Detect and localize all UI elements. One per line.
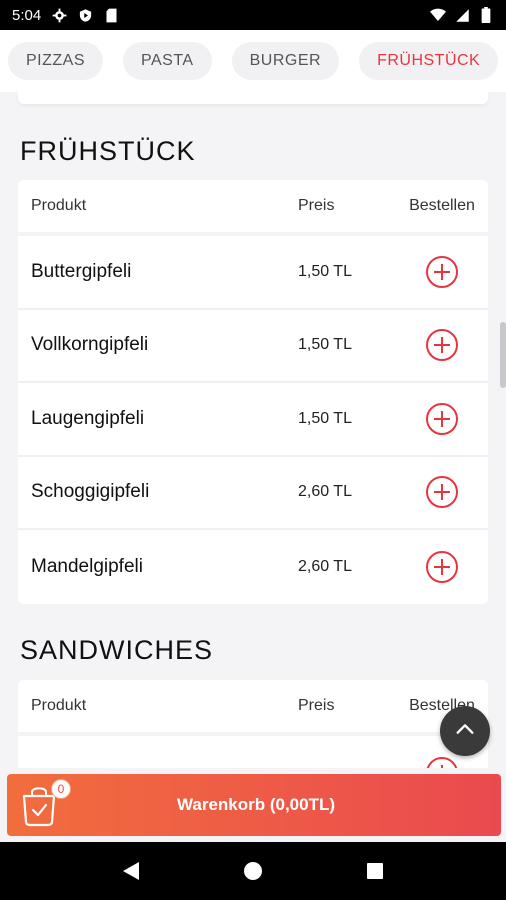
shopping-bag-icon: 0 — [19, 779, 71, 828]
add-circle-icon[interactable] — [425, 756, 459, 768]
settings-icon — [51, 7, 67, 23]
tab-pasta[interactable]: PASTA — [123, 42, 212, 80]
table-row: Laugengipfeli 1,50 TL — [18, 383, 488, 457]
table-row: Mandelgipfeli 2,60 TL — [18, 530, 488, 604]
product-name: Mandelgipfeli — [31, 555, 143, 577]
home-icon[interactable] — [238, 856, 268, 886]
add-circle-icon[interactable] — [425, 328, 459, 362]
back-icon[interactable] — [116, 856, 146, 886]
section-title-fruehstueck: FRÜHSTÜCK — [20, 136, 196, 166]
tab-fruehstueck[interactable]: FRÜHSTÜCK — [359, 42, 499, 80]
category-tabs: PIZZAS PASTA BURGER FRÜHSTÜCK — [0, 30, 506, 92]
scroll-to-top-button[interactable] — [440, 706, 490, 756]
status-time: 5:04 — [12, 6, 42, 24]
product-price: 1,50 TL — [298, 409, 352, 427]
tab-burger[interactable]: BURGER — [231, 42, 340, 80]
header-price: Preis — [298, 197, 335, 214]
table-header: Produkt Preis Bestellen — [18, 680, 488, 736]
product-price: 2,60 TL — [298, 483, 352, 501]
header-price: Preis — [298, 697, 335, 714]
tab-pizzas[interactable]: PIZZAS — [8, 42, 104, 80]
menu-content: FRÜHSTÜCK Produkt Preis Bestellen Butter… — [0, 92, 506, 768]
play-protect-icon — [77, 7, 93, 23]
cart-label: Warenkorb (0,00TL) — [176, 795, 336, 814]
section-title-sandwiches: SANDWICHES — [20, 635, 214, 665]
cart-button[interactable]: 0 Warenkorb (0,00TL) — [7, 774, 501, 836]
header-order: Bestellen — [409, 197, 475, 214]
previous-card-edge — [18, 92, 488, 104]
scrollbar-thumb[interactable] — [500, 322, 506, 388]
table-row: Buttergipfeli 1,50 TL — [18, 236, 488, 310]
table-row — [18, 736, 488, 768]
product-price: 2,60 TL — [298, 557, 352, 575]
product-name: Schoggigipfeli — [31, 481, 150, 503]
recents-icon[interactable] — [360, 856, 390, 886]
table-header: Produkt Preis Bestellen — [18, 180, 488, 236]
signal-icon — [454, 7, 470, 23]
sd-card-icon — [103, 7, 119, 23]
system-nav-bar — [0, 842, 506, 900]
table-row: Vollkorngipfeli 1,50 TL — [18, 310, 488, 383]
product-price: 1,50 TL — [298, 336, 352, 354]
product-name: Buttergipfeli — [31, 260, 132, 282]
chevron-up-icon — [454, 718, 476, 745]
sandwiches-table: Produkt Preis Bestellen — [18, 680, 488, 768]
status-bar: 5:04 — [0, 0, 506, 30]
fruehstueck-table: Produkt Preis Bestellen Buttergipfeli 1,… — [18, 180, 488, 604]
wifi-icon — [430, 7, 446, 23]
table-row: Schoggigipfeli 2,60 TL — [18, 457, 488, 530]
header-product: Produkt — [31, 697, 87, 714]
battery-icon — [478, 7, 494, 23]
cart-count-badge: 0 — [51, 779, 71, 799]
add-circle-icon[interactable] — [425, 475, 459, 509]
product-name: Vollkorngipfeli — [31, 334, 149, 356]
add-circle-icon[interactable] — [425, 255, 459, 289]
product-name: Laugengipfeli — [31, 407, 145, 429]
product-price: 1,50 TL — [298, 262, 352, 280]
add-circle-icon[interactable] — [425, 402, 459, 436]
add-circle-icon[interactable] — [425, 550, 459, 584]
header-product: Produkt — [31, 197, 87, 214]
